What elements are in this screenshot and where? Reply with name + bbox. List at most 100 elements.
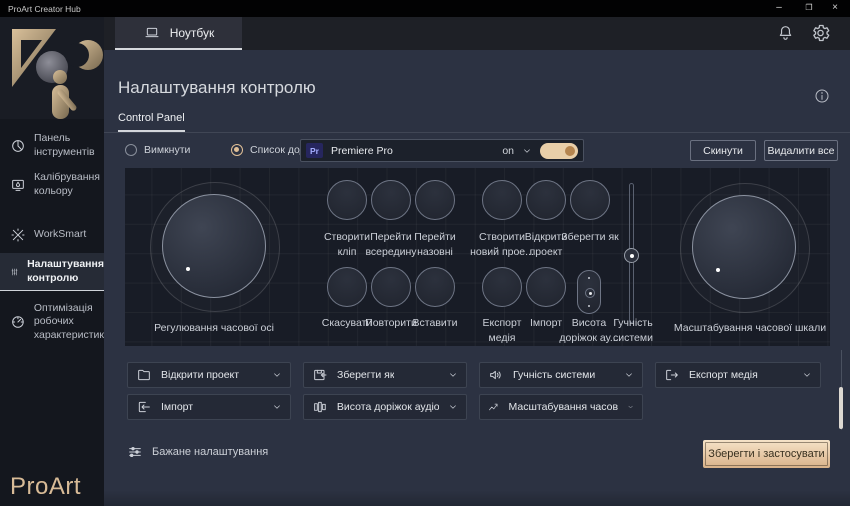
dial-indicator-dot [716,268,720,272]
control-settings-icon [10,264,19,280]
settings-gear-icon[interactable] [810,22,831,44]
button-label: Зберегти як [558,230,622,245]
proart-wordmark: ProArt [10,473,81,501]
worksmart-icon [10,227,26,243]
assignment-label: Експорт медія [689,369,758,381]
sidebar-item-worksmart[interactable]: WorkSmart [0,221,104,249]
title-bar: ProArt Creator Hub – ❐ × [0,0,850,17]
window-title: ProArt Creator Hub [8,4,81,14]
zoom-dial-knob[interactable] [692,195,796,299]
volume-slider-knob[interactable] [624,248,639,263]
tab-laptop[interactable]: Ноутбук [115,17,242,50]
rocker-dot [588,305,590,307]
button-label: Вставити [409,316,461,331]
track-height-icon [312,399,328,415]
sidebar: Панель інструментів Калібрування кольору… [0,17,104,506]
info-icon[interactable] [814,88,830,104]
chevron-down-icon[interactable] [624,370,634,380]
chevron-down-icon[interactable] [627,402,634,412]
rocker-center-dot [585,288,595,298]
paste-button[interactable] [415,267,455,307]
top-nav: Ноутбук [104,17,850,50]
sidebar-item-performance[interactable]: Оптимізація робочих характеристик [0,297,104,347]
app-window: ProArt Creator Hub – ❐ × [0,0,850,506]
toggle-knob [565,146,575,156]
assignment-open-project[interactable]: Відкрити проект [127,362,291,388]
save-and-apply-button[interactable]: Зберегти і застосувати [703,440,830,468]
assignment-import[interactable]: Імпорт [127,394,291,420]
app-toggle[interactable] [540,143,578,159]
close-button[interactable]: × [824,0,846,17]
export-media-button[interactable] [482,267,522,307]
sidebar-item-label: Панель інструментів [34,132,95,159]
color-calibration-icon [10,177,26,193]
undo-button[interactable] [327,267,367,307]
step-in-button[interactable] [371,180,411,220]
control-device-panel: Регулювання часової осі Створити кліп Пе… [125,168,830,346]
preferred-settings-label: Бажане налаштування [152,446,268,458]
assignment-label: Гучність системи [513,369,595,381]
create-clip-button[interactable] [327,180,367,220]
chevron-down-icon[interactable] [448,402,458,412]
assignment-timeline-zoom[interactable]: Масштабування часової шкали [479,394,643,420]
tab-control-panel[interactable]: Control Panel [118,112,185,132]
minimize-button[interactable]: – [768,0,790,17]
page-title: Налаштування контролю [118,78,316,98]
preferred-settings[interactable]: Бажане налаштування [127,444,268,460]
timeline-dial-knob[interactable] [162,194,266,298]
chevron-down-icon[interactable] [272,402,282,412]
import-button[interactable] [526,267,566,307]
save-as-button[interactable] [570,180,610,220]
open-project-button[interactable] [526,180,566,220]
sidebar-item-dashboard[interactable]: Панель інструментів [0,128,104,164]
radio-label: Вимкнути [144,144,190,156]
sidebar-item-color-calibration[interactable]: Калібрування кольору [0,167,104,203]
scrollbar-thumb[interactable] [839,387,843,429]
button-label: Перейти назовні [409,230,461,260]
assignment-label: Відкрити проект [161,369,239,381]
track-height-rocker[interactable] [577,270,601,314]
dial-indicator-dot [186,267,190,271]
sidebar-item-label: WorkSmart [34,228,86,242]
sidebar-item-label: Налаштування контролю [27,258,104,285]
save-as-icon [312,367,328,383]
tab-label: Ноутбук [170,26,215,40]
timeline-zoom-icon [488,399,500,415]
preferences-sliders-icon [127,444,143,460]
radio-circle-selected [231,144,243,156]
notification-bell-icon[interactable] [776,23,795,43]
laptop-icon [143,25,161,41]
chevron-down-icon[interactable] [448,370,458,380]
proart-artwork [0,17,104,119]
performance-icon [10,314,26,330]
export-icon [664,367,680,383]
dashboard-icon [10,138,26,154]
assignment-export-media[interactable]: Експорт медія [655,362,821,388]
chevron-down-icon[interactable] [522,146,532,156]
app-state-value[interactable]: on [502,145,514,157]
step-out-button[interactable] [415,180,455,220]
reset-button[interactable]: Скинути [690,140,756,161]
assignment-label: Імпорт [161,401,193,413]
redo-button[interactable] [371,267,411,307]
sidebar-item-control-settings[interactable]: Налаштування контролю [0,253,104,291]
speaker-icon [488,367,504,383]
assignment-save-as[interactable]: Зберегти як [303,362,467,388]
delete-all-button[interactable]: Видалити все [764,140,838,161]
radio-disable[interactable]: Вимкнути [125,144,190,156]
assignment-system-volume[interactable]: Гучність системи [479,362,643,388]
chevron-down-icon[interactable] [802,370,812,380]
rocker-dot [588,277,590,279]
premiere-pro-icon: Pr [306,143,323,158]
app-selector[interactable]: Pr Premiere Pro on [300,139,584,162]
import-icon [136,399,152,415]
sidebar-item-label: Калібрування кольору [34,171,100,198]
zoom-dial-label: Масштабування часової шкали [650,321,850,336]
new-project-button[interactable] [482,180,522,220]
assignment-label: Зберегти як [337,369,394,381]
assignment-track-height[interactable]: Висота доріжок аудіо [303,394,467,420]
app-name: Premiere Pro [331,145,393,157]
chevron-down-icon[interactable] [272,370,282,380]
radio-circle [125,144,137,156]
restore-button[interactable]: ❐ [798,0,820,17]
